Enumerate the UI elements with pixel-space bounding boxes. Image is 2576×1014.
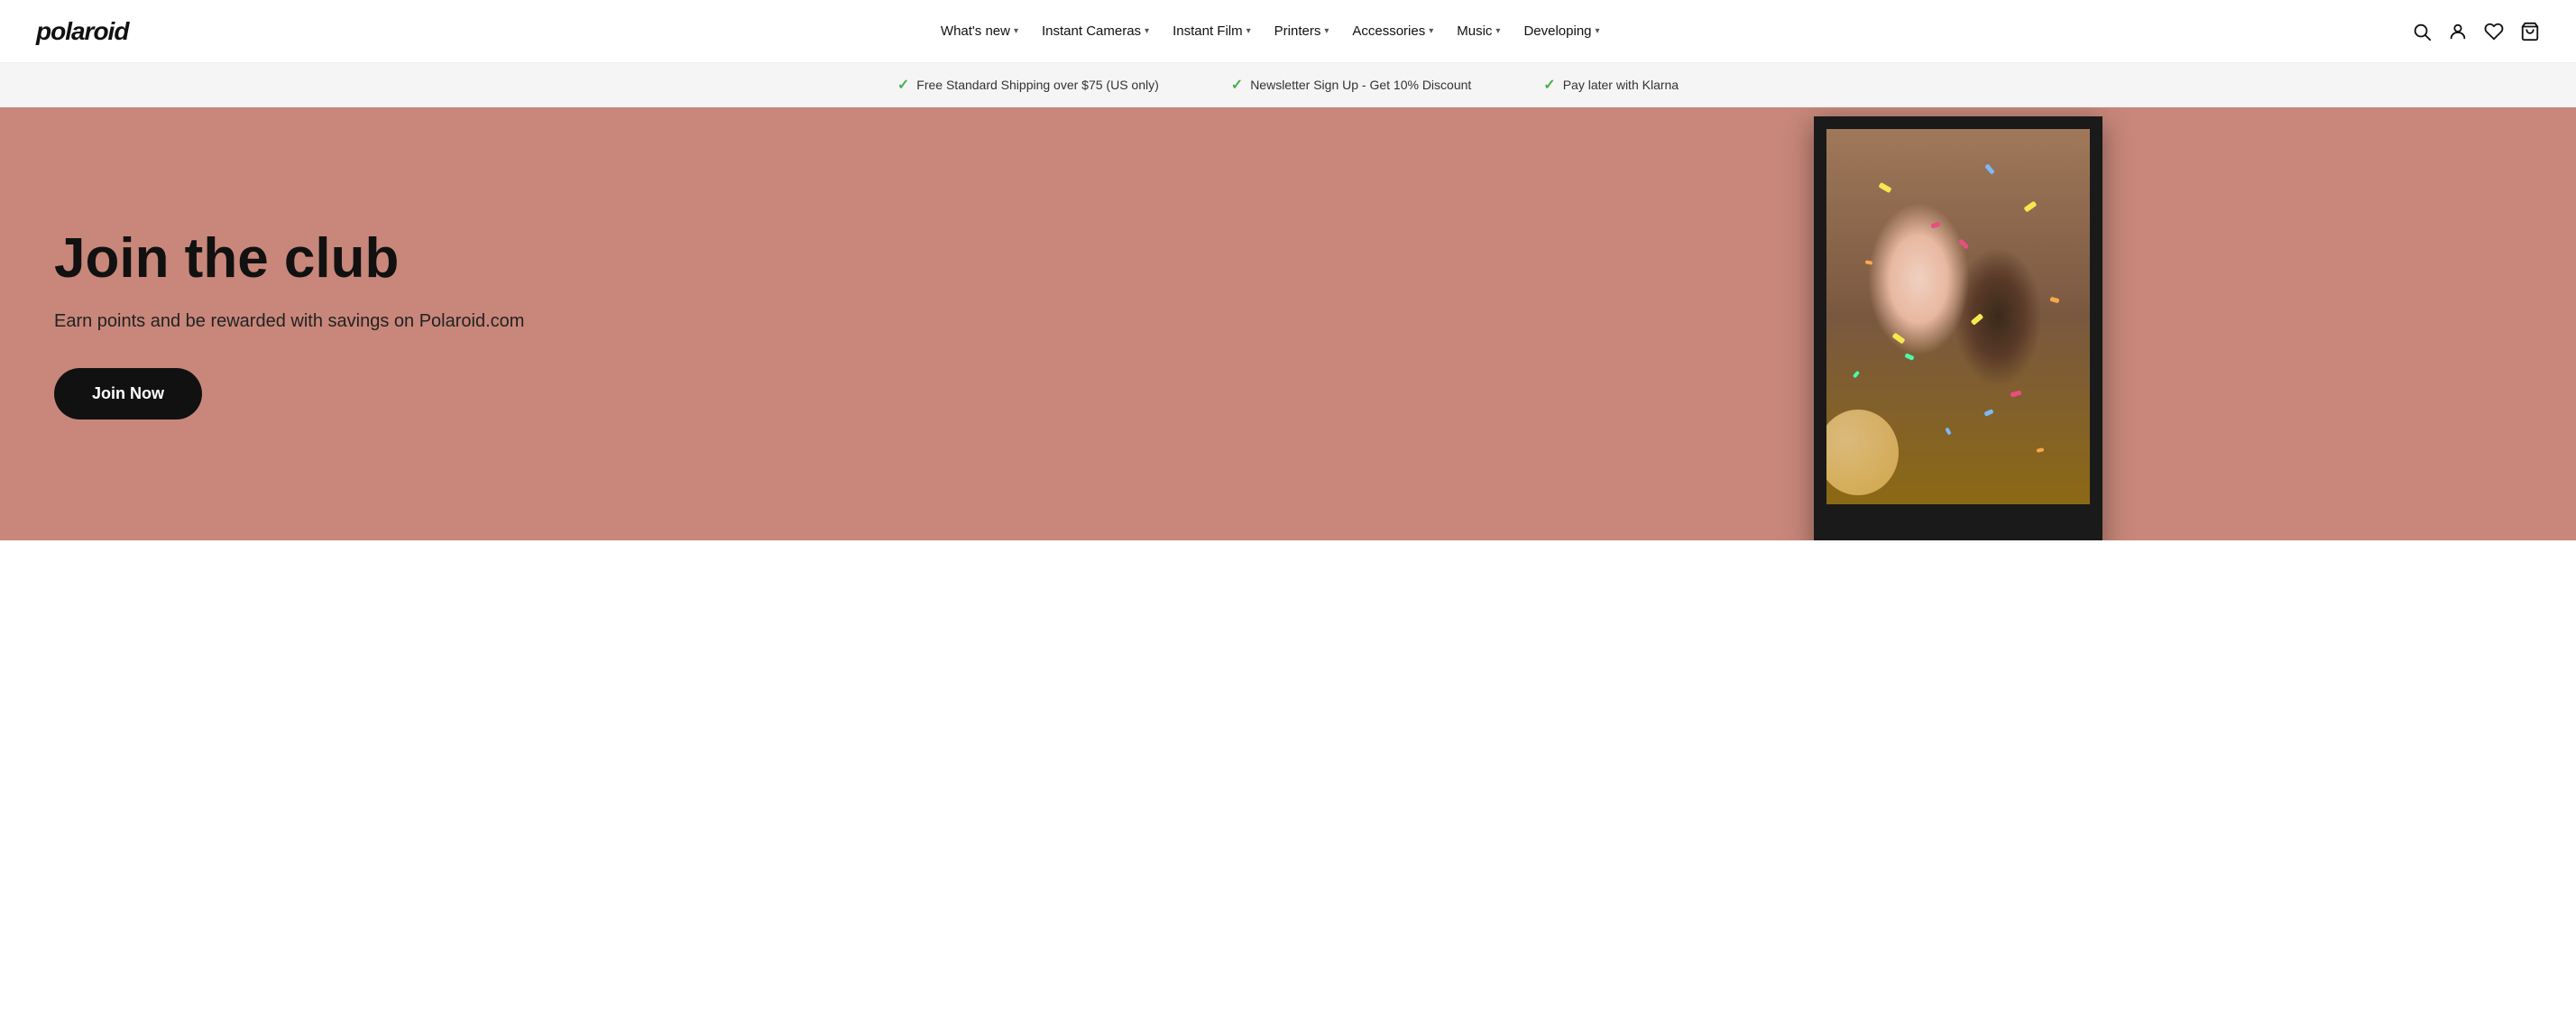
chevron-down-icon: ▾ [1247, 26, 1251, 36]
promo-newsletter: ✓ Newsletter Sign Up - Get 10% Discount [1231, 76, 1472, 94]
nav-item-instant-film[interactable]: Instant Film ▾ [1164, 18, 1260, 44]
wishlist-button[interactable] [2484, 22, 2504, 41]
promo-newsletter-text: Newsletter Sign Up - Get 10% Discount [1250, 78, 1471, 92]
navbar: polaroid What's new ▾ Instant Cameras ▾ … [0, 0, 2576, 63]
hero-image-area [1339, 107, 2576, 540]
check-icon: ✓ [1543, 76, 1555, 94]
hero-title: Join the club [54, 228, 1363, 290]
chevron-down-icon: ▾ [1596, 26, 1600, 36]
nav-link-whats-new[interactable]: What's new ▾ [932, 18, 1027, 44]
nav-link-instant-cameras[interactable]: Instant Cameras ▾ [1033, 18, 1158, 44]
check-icon: ✓ [1231, 76, 1243, 94]
nav-link-accessories[interactable]: Accessories ▾ [1343, 18, 1442, 44]
nav-item-printers[interactable]: Printers ▾ [1265, 18, 1339, 44]
search-button[interactable] [2412, 22, 2432, 41]
promo-klarna: ✓ Pay later with Klarna [1543, 76, 1679, 94]
nav-links: What's new ▾ Instant Cameras ▾ Instant F… [932, 18, 1609, 44]
brand-logo[interactable]: polaroid [36, 17, 128, 46]
nav-item-instant-cameras[interactable]: Instant Cameras ▾ [1033, 18, 1158, 44]
heart-icon [2484, 22, 2504, 41]
nav-item-developing[interactable]: Developing ▾ [1514, 18, 1608, 44]
account-button[interactable] [2448, 22, 2468, 41]
account-icon [2448, 22, 2468, 41]
nav-item-whats-new[interactable]: What's new ▾ [932, 18, 1027, 44]
promo-banner: ✓ Free Standard Shipping over $75 (US on… [0, 63, 2576, 107]
cart-button[interactable] [2520, 22, 2540, 41]
hero-content: Join the club Earn points and be rewarde… [0, 156, 1417, 492]
nav-link-developing[interactable]: Developing ▾ [1514, 18, 1608, 44]
chevron-down-icon: ▾ [1014, 26, 1018, 36]
promo-shipping: ✓ Free Standard Shipping over $75 (US on… [897, 76, 1159, 94]
polaroid-frame [1814, 116, 2102, 540]
search-icon [2412, 22, 2432, 41]
nav-icons [2412, 22, 2540, 41]
polaroid-photo [1826, 129, 2090, 504]
nav-link-printers[interactable]: Printers ▾ [1265, 18, 1339, 44]
chevron-down-icon: ▾ [1145, 26, 1149, 36]
promo-klarna-text: Pay later with Klarna [1563, 78, 1679, 92]
chevron-down-icon: ▾ [1429, 26, 1433, 36]
nav-link-instant-film[interactable]: Instant Film ▾ [1164, 18, 1260, 44]
cart-icon [2520, 22, 2540, 41]
chevron-down-icon: ▾ [1324, 26, 1329, 36]
promo-shipping-text: Free Standard Shipping over $75 (US only… [916, 78, 1158, 92]
hero-section: Join the club Earn points and be rewarde… [0, 107, 2576, 540]
hero-subtitle: Earn points and be rewarded with savings… [54, 311, 1363, 332]
chevron-down-icon: ▾ [1495, 26, 1500, 36]
check-icon: ✓ [897, 76, 909, 94]
nav-item-accessories[interactable]: Accessories ▾ [1343, 18, 1442, 44]
join-now-button[interactable]: Join Now [54, 368, 202, 419]
nav-link-music[interactable]: Music ▾ [1448, 18, 1509, 44]
nav-item-music[interactable]: Music ▾ [1448, 18, 1509, 44]
